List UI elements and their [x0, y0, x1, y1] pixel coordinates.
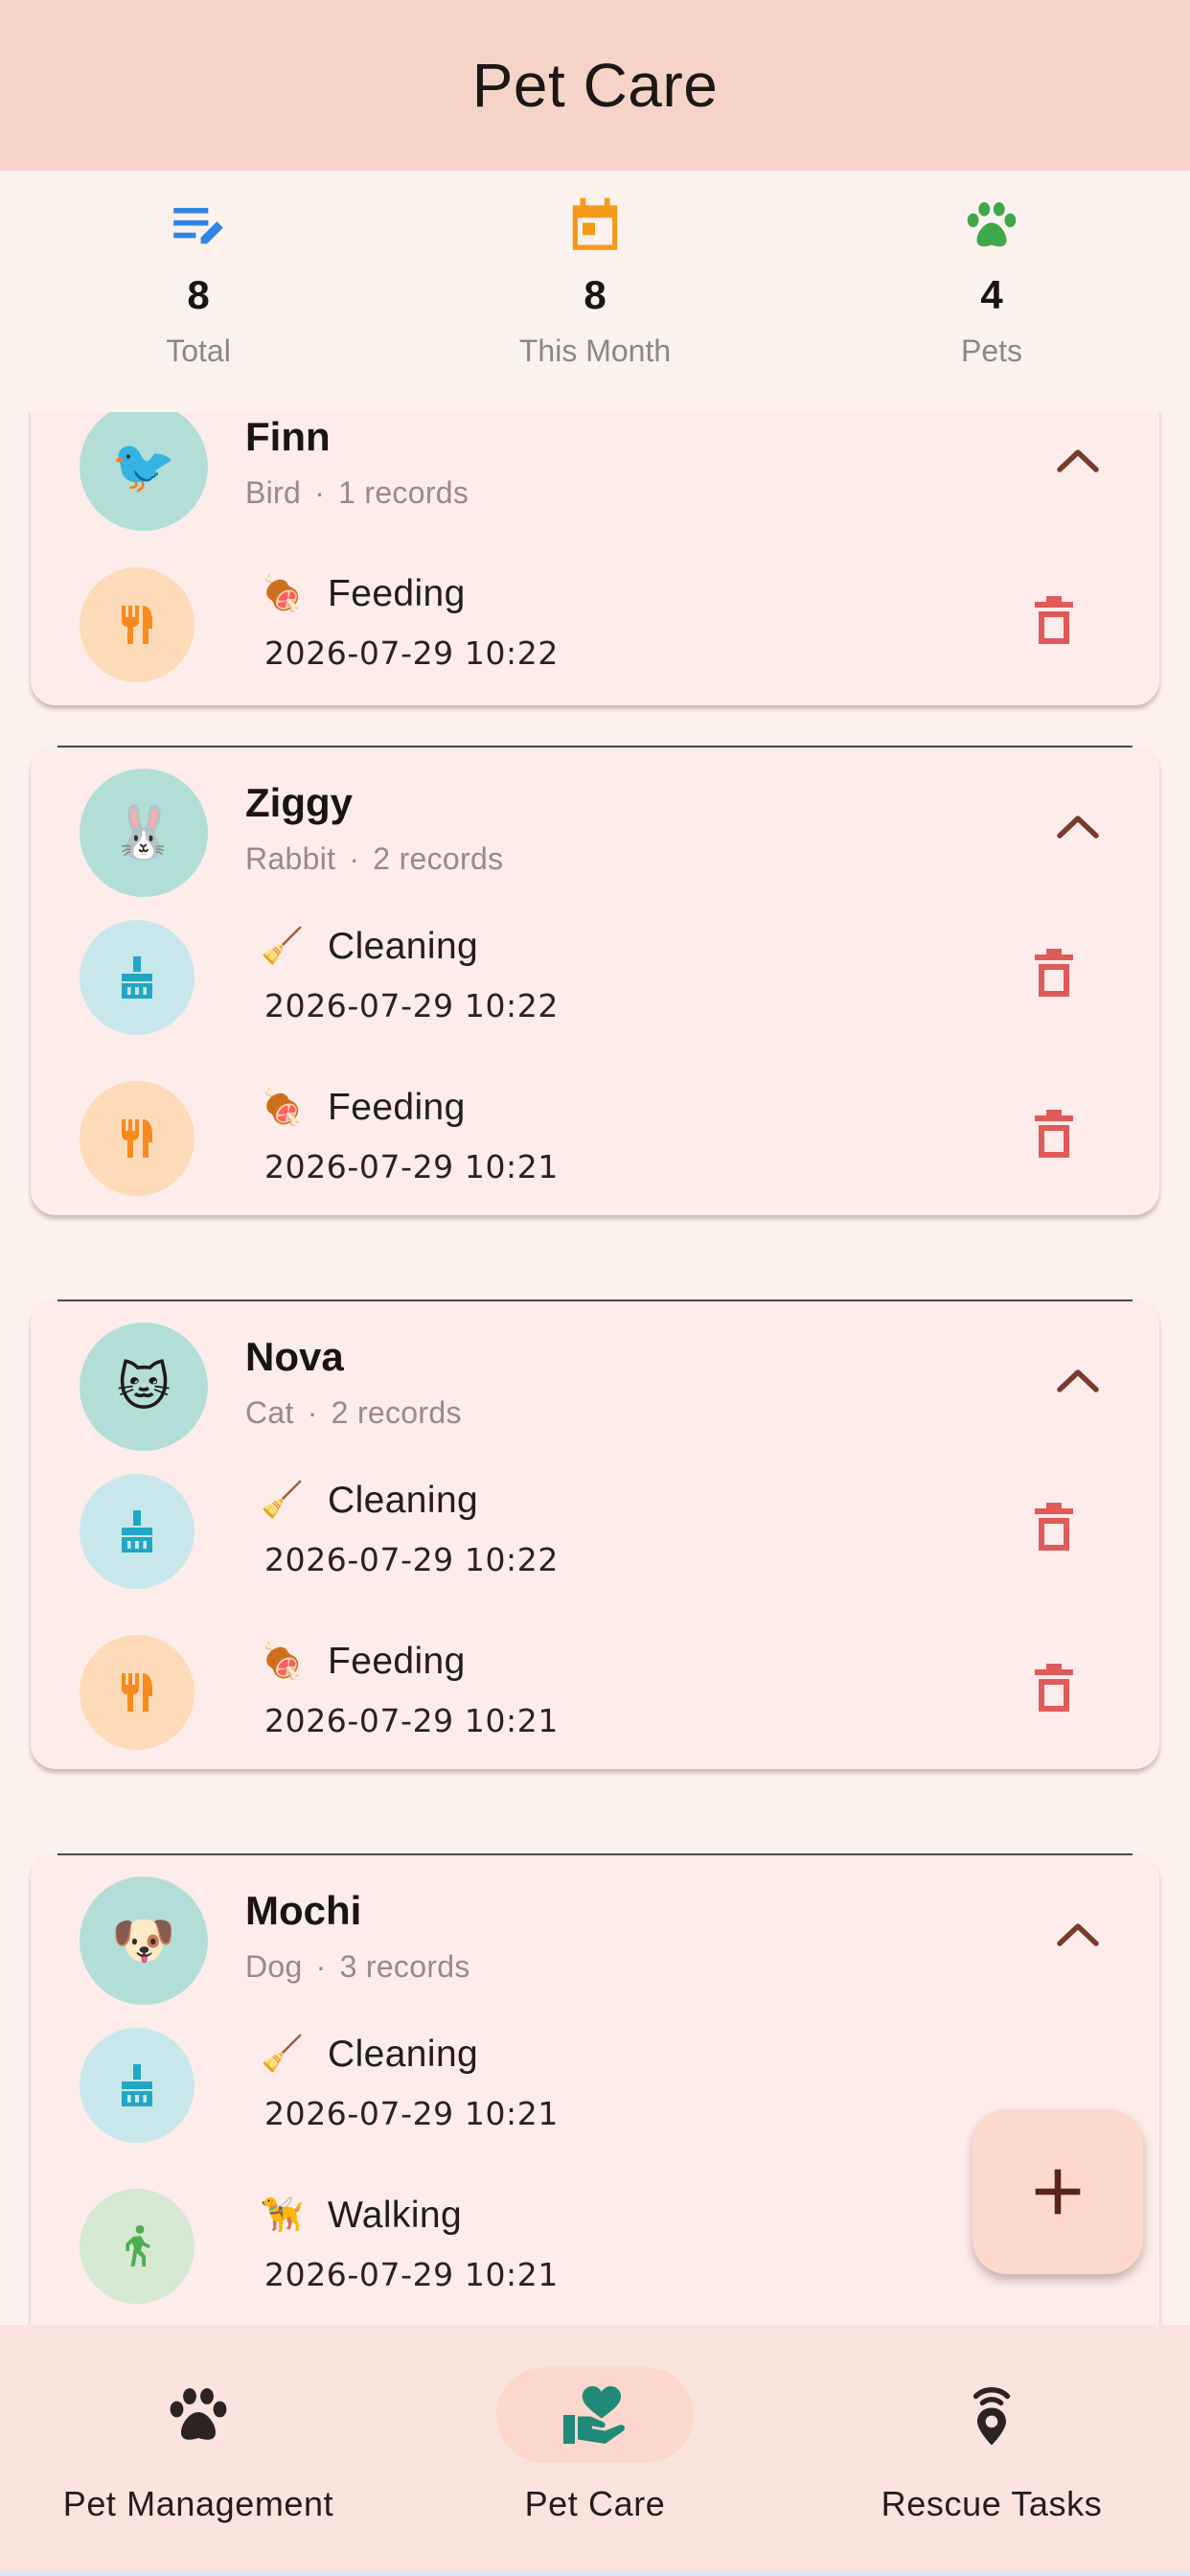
pet-name: Finn: [245, 414, 331, 459]
pet-avatar: 🐶: [80, 1876, 208, 2005]
page-title: Pet Care: [471, 51, 719, 120]
divider: [57, 1853, 1133, 1855]
record-datetime: 2026-07-29 10:22: [264, 1541, 559, 1578]
stats-summary: 8 Total 8 This Month 4 Pets: [0, 171, 1190, 412]
paw-icon: [170, 2388, 227, 2440]
delete-icon[interactable]: [1031, 947, 1077, 1000]
pet-card-finn: 🐦 Finn Bird · 1 records 🍖 Feeding 2026-07-2…: [31, 412, 1159, 705]
nav-icon-container: [496, 2367, 694, 2463]
delete-icon[interactable]: [1031, 1662, 1077, 1715]
feeding-record-icon: [80, 1081, 195, 1196]
nav-icon-container: [100, 2367, 297, 2463]
pet-name: Nova: [245, 1334, 344, 1379]
walk-icon: [126, 2225, 150, 2266]
pet-card-nova: 🐱 Nova Cat · 2 records 🧹 Cleaning 2026-07-2…: [31, 1300, 1159, 1769]
app-bar: Pet Care: [0, 0, 1190, 171]
walking-record-icon: [80, 2189, 195, 2304]
plus-icon: [1035, 2169, 1081, 2215]
utensils-icon: [122, 1119, 152, 1158]
brush-icon: [122, 2064, 152, 2106]
delete-icon[interactable]: [1031, 1108, 1077, 1162]
cleaning-record-icon: [80, 1474, 195, 1589]
divider: [57, 746, 1133, 748]
nav-label: Pet Management: [62, 2484, 334, 2523]
delete-icon[interactable]: [1031, 1501, 1077, 1554]
brush-icon: [122, 956, 152, 999]
gesture-bar-area: [0, 2570, 1190, 2576]
brush-icon: [122, 1510, 152, 1552]
record-datetime: 2026-07-29 10:21: [264, 1702, 559, 1739]
stat-pets-label: Pets: [960, 334, 1023, 368]
nav-icon-container: [893, 2367, 1090, 2463]
pet-card-ziggy: 🐰 Ziggy Rabbit · 2 records 🧹 Cleaning 2026-…: [31, 746, 1159, 1215]
divider: [57, 1300, 1133, 1301]
stat-pets-value: 4: [980, 272, 1003, 317]
stat-pets: 4 Pets: [793, 171, 1190, 412]
stat-month-value: 8: [584, 272, 606, 317]
cleaning-record-icon: [80, 920, 195, 1035]
pet-card-header[interactable]: 🐦 Finn Bird · 1 records: [31, 412, 1159, 540]
record-item[interactable]: 🍖 Feeding 2026-07-29 10:21: [31, 1058, 1159, 1219]
utensils-icon: [122, 1673, 152, 1712]
edit-note-icon: [173, 207, 223, 244]
record-item[interactable]: 🍖 Feeding 2026-07-29 10:21: [31, 1612, 1159, 1773]
paw-icon: [967, 201, 1017, 247]
chevron-up-icon[interactable]: [1052, 1361, 1104, 1399]
record-datetime: 2026-07-29 10:22: [264, 987, 559, 1024]
pet-name: Ziggy: [245, 780, 353, 825]
stat-total-label: Total: [166, 334, 231, 368]
add-record-button[interactable]: [973, 2109, 1143, 2274]
nav-pet-care[interactable]: Pet Care: [397, 2325, 793, 2576]
pet-meta: Rabbit · 2 records: [245, 841, 504, 876]
pet-name: Mochi: [245, 1888, 362, 1933]
volunteer-heart-icon: [563, 2386, 625, 2444]
stat-total-value: 8: [187, 272, 210, 317]
bottom-navigation: Pet Management Pet Care Rescue Tasks: [0, 2325, 1190, 2576]
delete-icon[interactable]: [1031, 594, 1077, 648]
pet-avatar: 🐰: [80, 769, 208, 897]
record-item[interactable]: 🧹 Cleaning 2026-07-29 10:22: [31, 1451, 1159, 1612]
record-datetime: 2026-07-29 10:21: [264, 2256, 559, 2293]
record-item[interactable]: 🧹 Cleaning 2026-07-29 10:22: [31, 897, 1159, 1058]
record-datetime: 2026-07-29 10:21: [264, 2095, 559, 2132]
stat-month-label: This Month: [518, 334, 672, 368]
utensils-icon: [122, 606, 152, 644]
chevron-up-icon[interactable]: [1052, 441, 1104, 479]
pet-card-header[interactable]: 🐶 Mochi Dog · 3 records: [31, 1861, 1159, 2014]
pet-card-header[interactable]: 🐱 Nova Cat · 2 records: [31, 1307, 1159, 1460]
feeding-record-icon: [80, 1635, 195, 1750]
record-datetime: 2026-07-29 10:22: [264, 634, 559, 672]
pet-avatar: 🐦: [80, 412, 208, 531]
cleaning-record-icon: [80, 2028, 195, 2143]
feeding-record-icon: [80, 567, 195, 682]
stat-this-month: 8 This Month: [397, 171, 793, 412]
pet-meta: Dog · 3 records: [245, 1949, 470, 1984]
stat-total: 8 Total: [0, 171, 397, 412]
pet-card-header[interactable]: 🐰 Ziggy Rabbit · 2 records: [31, 753, 1159, 907]
record-datetime: 2026-07-29 10:21: [264, 1148, 559, 1185]
pet-avatar: 🐱: [80, 1322, 208, 1451]
location-signal-icon: [973, 2387, 1011, 2446]
pet-meta: Bird · 1 records: [245, 475, 469, 510]
record-item[interactable]: 🍖 Feeding 2026-07-29 10:22: [31, 544, 1159, 705]
nav-label: Pet Care: [524, 2484, 666, 2523]
nav-pet-management[interactable]: Pet Management: [0, 2325, 397, 2576]
nav-rescue-tasks[interactable]: Rescue Tasks: [793, 2325, 1190, 2576]
chevron-up-icon[interactable]: [1052, 807, 1104, 845]
chevron-up-icon[interactable]: [1052, 1915, 1104, 1953]
nav-label: Rescue Tasks: [881, 2484, 1103, 2523]
calendar-icon: [572, 197, 618, 250]
pet-care-list[interactable]: 🐦 Finn Bird · 1 records 🍖 Feeding 2026-07-2…: [0, 412, 1190, 2325]
pet-meta: Cat · 2 records: [245, 1395, 462, 1430]
